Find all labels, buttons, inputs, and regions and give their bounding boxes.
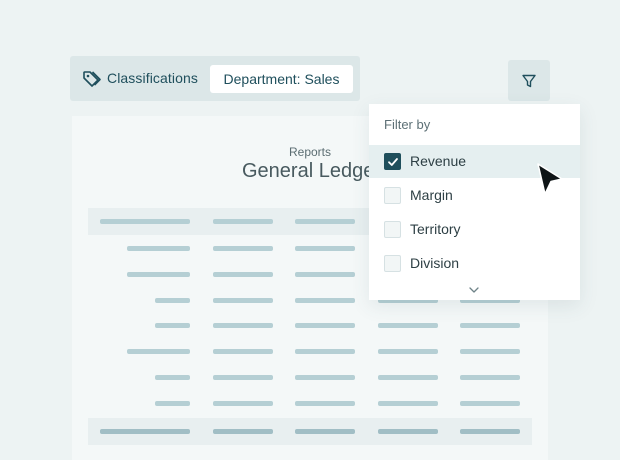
chevron-down-icon[interactable] — [468, 286, 480, 294]
filter-dropdown-header: Filter by — [384, 117, 431, 132]
table-cell — [213, 401, 273, 406]
checkmark-icon — [388, 158, 398, 166]
table-cell — [378, 323, 438, 328]
table-cell — [295, 272, 355, 277]
table-cell — [213, 323, 273, 328]
table-cell — [127, 272, 190, 277]
checkbox[interactable] — [384, 153, 401, 170]
table-cell — [378, 429, 438, 434]
checkbox[interactable] — [384, 221, 401, 238]
classification-bar: Classifications Department: Sales — [70, 56, 360, 101]
table-cell — [295, 429, 355, 434]
table-cell — [213, 429, 273, 434]
department-chip[interactable]: Department: Sales — [210, 65, 353, 93]
table-cell — [155, 375, 190, 380]
table-cell — [213, 375, 273, 380]
table-cell — [460, 429, 520, 434]
table-cell — [155, 401, 190, 406]
filter-option-label: Margin — [410, 187, 453, 203]
classifications-label[interactable]: Classifications — [107, 70, 198, 86]
table-cell — [127, 349, 190, 354]
table-cell — [127, 246, 190, 251]
table-cell — [295, 298, 355, 303]
filter-option-label: Territory — [410, 221, 461, 237]
table-cell — [295, 375, 355, 380]
table-cell — [460, 349, 520, 354]
table-cell — [378, 401, 438, 406]
table-cell — [155, 323, 190, 328]
filter-option-label: Revenue — [410, 153, 467, 169]
table-cell — [378, 375, 438, 380]
table-cell — [213, 349, 273, 354]
tag-icon — [83, 71, 101, 87]
filter-dropdown: Filter by Revenue Margin Territory Divis… — [369, 104, 580, 300]
filter-option-territory[interactable]: Territory — [369, 213, 580, 246]
table-cell — [460, 323, 520, 328]
table-cell — [213, 272, 273, 277]
filter-option-division[interactable]: Division — [369, 247, 580, 280]
table-cell — [460, 401, 520, 406]
table-cell — [295, 246, 355, 251]
table-cell — [213, 219, 273, 224]
table-cell — [295, 349, 355, 354]
table-cell — [100, 219, 190, 224]
table-cell — [460, 375, 520, 380]
table-cell — [100, 429, 190, 434]
table-cell — [378, 349, 438, 354]
table-cell — [295, 219, 355, 224]
filter-button[interactable] — [508, 60, 550, 101]
checkbox[interactable] — [384, 187, 401, 204]
filter-icon — [522, 74, 536, 88]
table-cell — [213, 246, 273, 251]
table-cell — [295, 323, 355, 328]
table-cell — [213, 298, 273, 303]
mouse-cursor-icon — [537, 163, 563, 195]
checkbox[interactable] — [384, 255, 401, 272]
filter-option-label: Division — [410, 255, 460, 271]
table-cell — [295, 401, 355, 406]
table-cell — [155, 298, 190, 303]
